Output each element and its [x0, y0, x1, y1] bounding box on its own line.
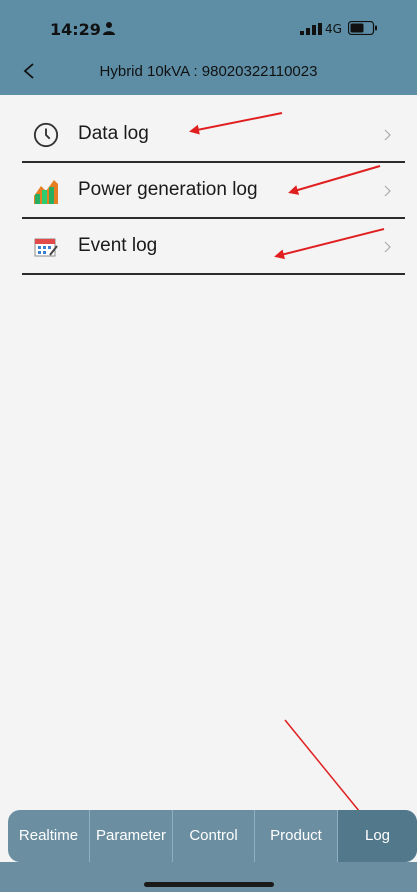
tab-log[interactable]: Log	[338, 810, 417, 862]
tab-realtime[interactable]: Realtime	[8, 810, 90, 862]
bottom-tab-bar: Realtime Parameter Control Product Log	[8, 810, 417, 862]
tab-parameter[interactable]: Parameter	[90, 810, 173, 862]
calendar-icon	[34, 238, 58, 257]
status-time: 14:29	[50, 20, 101, 39]
tab-control[interactable]: Control	[173, 810, 255, 862]
network-type: 4G	[325, 22, 342, 36]
menu-item-label: Power generation log	[78, 179, 258, 200]
signal-icon	[300, 23, 322, 35]
menu-item-data-log[interactable]: Data log	[22, 107, 405, 163]
menu-item-label: Data log	[78, 123, 149, 144]
chart-icon	[32, 178, 60, 204]
chevron-right-icon	[384, 129, 391, 141]
menu-item-label: Event log	[78, 235, 158, 256]
chevron-right-icon	[384, 241, 391, 253]
battery-icon	[348, 21, 377, 35]
person-icon	[103, 22, 115, 35]
menu-item-power-generation-log[interactable]: Power generation log	[22, 163, 405, 219]
clock-icon	[33, 122, 59, 148]
page-title: Hybrid 10kVA : 98020322110023	[99, 63, 318, 80]
menu-item-event-log[interactable]: Event log	[22, 219, 405, 275]
tab-product[interactable]: Product	[255, 810, 338, 862]
home-indicator-area	[0, 862, 417, 892]
chevron-right-icon	[384, 185, 391, 197]
home-bar[interactable]	[144, 882, 274, 887]
app-header: 14:29 4G Hybrid 10kVA : 98020322110023	[0, 0, 417, 95]
